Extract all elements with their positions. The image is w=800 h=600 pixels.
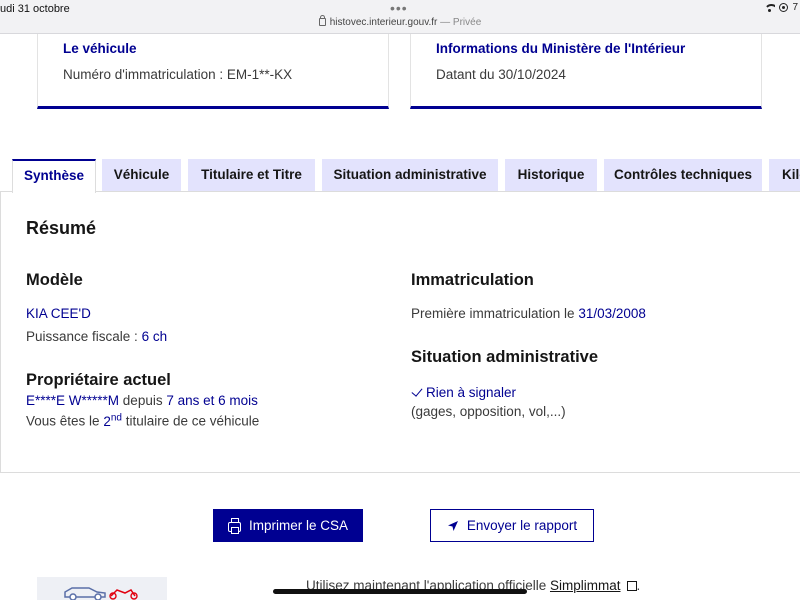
ministry-card-title: Informations du Ministère de l'Intérieur: [436, 41, 686, 56]
tab-titulaire[interactable]: Titulaire et Titre: [188, 159, 315, 191]
url-text: histovec.interieur.gouv.fr: [329, 17, 438, 28]
summary-panel: Résumé Modèle KIA CEE'D Puissance fiscal…: [0, 191, 800, 473]
browser-status-bar: udi 31 octobre ••• histovec.interieur.go…: [0, 0, 800, 34]
orientation-lock-icon: [779, 3, 789, 12]
status-icons: 7: [764, 2, 798, 13]
admin-status: Rien à signaler: [411, 385, 516, 400]
owner-since-value: 7 ans et 6 mois: [166, 393, 258, 408]
registration-heading: Immatriculation: [411, 271, 534, 289]
admin-heading: Situation administrative: [411, 348, 599, 366]
send-report-label: Envoyer le rapport: [466, 518, 578, 533]
owner-name: E****E W*****M: [26, 393, 120, 408]
fiscal-power-label: Puissance fiscale :: [26, 329, 138, 344]
external-link-icon: [626, 581, 637, 591]
status-date: udi 31 octobre: [0, 3, 70, 15]
print-csa-label: Imprimer le CSA: [248, 518, 348, 533]
fiscal-power-value: 6 ch: [141, 329, 168, 344]
send-report-button[interactable]: Envoyer le rapport: [430, 509, 594, 542]
first-registration: Première immatriculation le 31/03/2008: [411, 306, 646, 321]
admin-detail: (gages, opposition, vol,...): [411, 404, 566, 419]
owner-heading: Propriétaire actuel: [26, 371, 171, 389]
owner-rank-number: 2nd: [103, 412, 122, 429]
wifi-icon: [764, 3, 776, 12]
vehicle-card: Le véhicule Numéro d'immatriculation : E…: [37, 34, 389, 109]
private-label: — Privée: [440, 17, 482, 28]
model-name: KIA CEE'D: [26, 306, 91, 321]
owner-rank-prefix: Vous êtes le: [26, 413, 100, 429]
vehicle-card-title: Le véhicule: [63, 41, 137, 56]
tab-synthese[interactable]: Synthèse: [12, 159, 96, 193]
lock-icon: [318, 15, 326, 26]
print-csa-button[interactable]: Imprimer le CSA: [213, 509, 363, 542]
tab-historique[interactable]: Historique: [505, 159, 597, 191]
simplimmat-link[interactable]: Simplimmat: [550, 578, 621, 593]
more-dots-icon[interactable]: •••: [390, 0, 408, 16]
url-bar[interactable]: histovec.interieur.gouv.fr — Privée: [0, 15, 800, 28]
send-icon: [447, 520, 458, 531]
owner-rank-rest: titulaire de ce véhicule: [125, 413, 260, 429]
vehicles-icon: [64, 587, 138, 600]
tab-controles[interactable]: Contrôles techniques: [604, 159, 762, 191]
model-heading: Modèle: [26, 271, 83, 289]
check-icon: [411, 385, 423, 397]
vehicles-illustration: [37, 577, 167, 600]
home-indicator[interactable]: [273, 589, 527, 594]
owner-rank: Vous êtes le 2nd titulaire de ce véhicul…: [26, 412, 259, 429]
ministry-date: Datant du 30/10/2024: [436, 67, 566, 82]
tab-situation[interactable]: Situation administrative: [322, 159, 498, 191]
battery-text: 7: [792, 2, 798, 13]
first-registration-label: Première immatriculation le: [411, 306, 575, 321]
ministry-card: Informations du Ministère de l'Intérieur…: [410, 34, 762, 109]
tab-kilometrage[interactable]: Kilo: [769, 159, 800, 191]
tab-bar: Synthèse Véhicule Titulaire et Titre Sit…: [0, 159, 800, 193]
owner-line: E****E W*****M depuis 7 ans et 6 mois: [26, 393, 258, 408]
tab-vehicule[interactable]: Véhicule: [102, 159, 181, 191]
admin-status-text: Rien à signaler: [426, 385, 517, 400]
summary-heading: Résumé: [26, 218, 97, 238]
fiscal-power: Puissance fiscale : 6 ch: [26, 329, 167, 344]
footer-end: .: [636, 578, 641, 593]
first-registration-date: 31/03/2008: [578, 306, 646, 321]
owner-since-label: depuis: [122, 393, 163, 408]
printer-icon: [227, 517, 241, 534]
registration-number: Numéro d'immatriculation : EM-1**-KX: [63, 67, 293, 82]
